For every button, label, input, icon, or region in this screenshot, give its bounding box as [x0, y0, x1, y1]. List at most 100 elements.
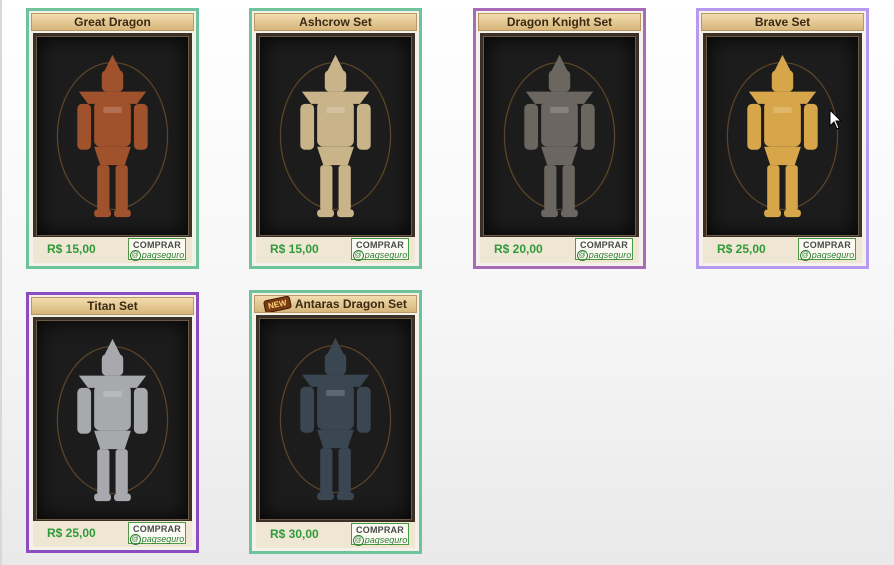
armor-figure-part	[77, 103, 92, 150]
product-footer: R$ 15,00 COMPRAR @ pagseguro	[33, 237, 192, 263]
product-title: Ashcrow Set	[254, 13, 417, 31]
new-badge-icon: NEW	[263, 296, 292, 312]
product-card-titan-set[interactable]: Titan Set R$ 25,00 COMPRAR @ pagseguro	[26, 292, 199, 553]
pagseguro-at-icon: @	[352, 250, 364, 262]
buy-button-label: COMPRAR	[133, 524, 181, 534]
product-footer: R$ 25,00 COMPRAR @ pagseguro	[33, 521, 192, 547]
product-image[interactable]	[33, 317, 192, 523]
armor-figure-part	[747, 103, 762, 150]
buy-button[interactable]: COMPRAR @ pagseguro	[798, 238, 856, 262]
product-image[interactable]	[703, 33, 862, 239]
armor-figure-part	[133, 387, 148, 434]
armor-figure-part	[548, 70, 571, 92]
product-footer: R$ 20,00 COMPRAR @ pagseguro	[480, 237, 639, 263]
armor-figure	[503, 54, 616, 218]
armor-figure-part	[326, 106, 345, 114]
armor-figure-part	[541, 146, 578, 166]
armor-figure-part	[94, 430, 131, 450]
armor-figure-part	[561, 209, 578, 218]
armor-figure-part	[785, 165, 798, 211]
armor-figure-part	[317, 146, 354, 166]
armor-figure-part	[544, 165, 557, 211]
armor-figure-part	[97, 449, 110, 495]
armor-figure	[279, 54, 392, 218]
product-title: Titan Set	[31, 297, 194, 315]
armor-figure-part	[337, 209, 354, 218]
product-card-ashcrow-set[interactable]: Ashcrow Set R$ 15,00 COMPRAR @ pagseguro	[249, 8, 422, 269]
armor-figure-part	[562, 165, 575, 211]
product-card-brave-set[interactable]: Brave Set R$ 25,00 COMPRAR @ pagseguro	[696, 8, 869, 269]
product-card-antaras-dragon-set[interactable]: NEW Antaras Dragon Set R$ 30,00 COMPRAR @…	[249, 290, 422, 554]
payment-gateway-label: pagseguro	[364, 535, 408, 545]
armor-figure-part	[114, 493, 131, 502]
armor-figure-part	[550, 106, 569, 114]
armor-figure-part	[115, 165, 128, 211]
armor-figure-part	[77, 387, 92, 434]
armor-figure-part	[338, 448, 351, 494]
armor-figure-part	[338, 165, 351, 211]
armor-figure-part	[337, 492, 354, 501]
payment-gateway-label: pagseguro	[141, 534, 185, 544]
armor-figure-part	[94, 493, 111, 502]
armor-figure-part	[784, 209, 801, 218]
armor-figure-part	[317, 209, 334, 218]
armor-figure-part	[114, 209, 131, 218]
pagseguro-at-icon: @	[129, 534, 141, 546]
product-title: NEW Antaras Dragon Set	[254, 295, 417, 313]
product-card-great-dragon[interactable]: Great Dragon R$ 15,00 COMPRAR @ pagseguro	[26, 8, 199, 269]
armor-figure-part	[94, 146, 131, 166]
armor-figure-part	[317, 492, 334, 501]
pagseguro-at-icon: @	[352, 535, 364, 547]
product-image[interactable]	[256, 33, 415, 239]
armor-figure-part	[767, 165, 780, 211]
armor-figure-part	[356, 103, 371, 150]
buy-button-label: COMPRAR	[803, 240, 851, 250]
product-image[interactable]	[256, 315, 415, 523]
armor-figure-part	[101, 70, 124, 92]
pagseguro-at-icon: @	[576, 250, 588, 262]
armor-figure-part	[324, 353, 347, 375]
armor-figure-part	[773, 106, 792, 114]
mouse-pointer-icon	[829, 109, 843, 130]
payment-gateway-label: pagseguro	[141, 250, 185, 260]
armor-figure-part	[300, 386, 315, 433]
armor-figure-part	[803, 103, 818, 150]
armor-figure-part	[300, 103, 315, 150]
armor-figure-part	[580, 103, 595, 150]
buy-button[interactable]: COMPRAR @ pagseguro	[575, 238, 633, 262]
pagseguro-at-icon: @	[799, 250, 811, 262]
armor-figure-part	[101, 354, 124, 376]
armor-figure-part	[324, 70, 347, 92]
buy-button-label: COMPRAR	[580, 240, 628, 250]
payment-gateway-label: pagseguro	[364, 250, 408, 260]
buy-button[interactable]: COMPRAR @ pagseguro	[351, 523, 409, 547]
product-footer: R$ 15,00 COMPRAR @ pagseguro	[256, 237, 415, 263]
product-card-dragon-knight-set[interactable]: Dragon Knight Set R$ 20,00 COMPRAR @ pags…	[473, 8, 646, 269]
product-price: R$ 25,00	[717, 242, 766, 256]
armor-figure-part	[764, 146, 801, 166]
product-image[interactable]	[33, 33, 192, 239]
buy-button-label: COMPRAR	[133, 240, 181, 250]
armor-figure-part	[317, 429, 354, 449]
product-price: R$ 30,00	[270, 527, 319, 541]
product-title: Brave Set	[701, 13, 864, 31]
product-price: R$ 20,00	[494, 242, 543, 256]
product-footer: R$ 25,00 COMPRAR @ pagseguro	[703, 237, 862, 263]
payment-gateway-label: pagseguro	[811, 250, 855, 260]
buy-button[interactable]: COMPRAR @ pagseguro	[128, 522, 186, 546]
armor-figure-part	[133, 103, 148, 150]
armor-figure-part	[356, 386, 371, 433]
product-title: Great Dragon	[31, 13, 194, 31]
buy-button[interactable]: COMPRAR @ pagseguro	[351, 238, 409, 262]
armor-figure-part	[320, 448, 333, 494]
buy-button[interactable]: COMPRAR @ pagseguro	[128, 238, 186, 262]
armor-figure-part	[103, 106, 122, 114]
product-image[interactable]	[480, 33, 639, 239]
armor-figure	[726, 54, 839, 218]
armor-figure-part	[103, 390, 122, 398]
product-price: R$ 15,00	[47, 242, 96, 256]
payment-gateway-label: pagseguro	[588, 250, 632, 260]
armor-figure	[56, 338, 169, 502]
product-title: Dragon Knight Set	[478, 13, 641, 31]
armor-figure-part	[97, 165, 110, 211]
